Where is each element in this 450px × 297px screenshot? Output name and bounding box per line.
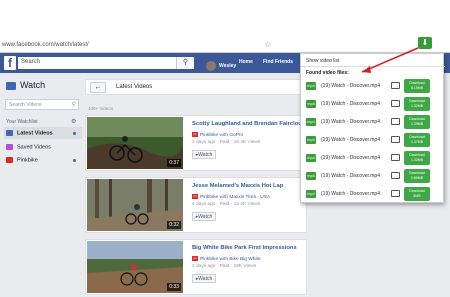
video-thumbnail[interactable]: 0:32 (87, 179, 183, 231)
video-title[interactable]: Scotty Laughland and Brendan Fairclough (192, 121, 309, 127)
file-name: (19) Watch - Discover.mp4 (321, 137, 380, 143)
video-file-row: mp4 (19) Watch - Discover.mp4 Download 8.… (305, 78, 441, 95)
bookmark-icon (6, 144, 13, 150)
cast-icon[interactable] (391, 100, 400, 107)
video-file-row: mp4 (19) Watch - Discover.mp4 Download 1.… (305, 132, 441, 149)
pinkbike-icon: pb (192, 256, 198, 261)
format-badge: mp4 (306, 190, 316, 198)
facebook-logo-icon[interactable]: f (4, 56, 16, 70)
video-stats: 4 days ago · Paid · 13.2K Views (192, 202, 261, 207)
video-count: 100+ Videos (88, 106, 114, 111)
url-field[interactable]: www.facebook.com/watch/latest/ (2, 42, 89, 48)
video-file-row: mp4 (19) Watch - Discover.mp4 Download 1.… (305, 150, 441, 167)
download-button[interactable]: Download 1.32MB (404, 151, 430, 165)
video-file-row: mp4 (19) Watch - Discover.mp4 Download 1.… (305, 114, 441, 131)
video-duration: 0:32 (167, 221, 181, 229)
sidebar-item-latest-videos[interactable]: Latest Videos (4, 127, 82, 139)
file-name: (19) Watch - Discover.mp4 (321, 83, 380, 89)
page-title: Latest Videos (116, 84, 153, 90)
video-file-row: mp4 (19) Watch - Discover.mp4 Download 8M… (305, 186, 441, 203)
cast-icon[interactable] (391, 172, 400, 179)
video-channel: pb Pinkbike with Bike Big White (192, 256, 261, 262)
file-name: (19) Watch - Discover.mp4 (321, 119, 380, 125)
video-file-row: mp4 (19) Watch - Discover.mp4 Download 1.… (305, 96, 441, 113)
profile-link[interactable]: Wesley (203, 57, 237, 71)
show-video-list-link[interactable]: Show video list (306, 58, 339, 64)
pinkbike-icon: pb (192, 194, 198, 199)
cast-icon[interactable] (391, 118, 400, 125)
video-card: 0:32 Jesse Melamed's Maxxis Hot Lap pb Pi… (85, 177, 307, 233)
user-name: Wesley (219, 62, 237, 69)
video-thumbnail[interactable]: 0:37 (87, 117, 183, 169)
format-badge: mp4 (306, 100, 316, 108)
search-button[interactable]: ⚲ (176, 57, 194, 69)
video-channel: pb Pinkbike with Maxxis Tires - USA (192, 194, 271, 200)
cast-icon[interactable] (391, 154, 400, 161)
download-button[interactable]: Download 0.86MB (404, 169, 430, 183)
video-card: 0:33 Big White Bike Park First Impressio… (85, 239, 307, 295)
video-duration: 0:33 (167, 283, 181, 291)
sidebar-item-pinkbike[interactable]: Pinkbike (4, 154, 82, 166)
format-badge: mp4 (306, 154, 316, 162)
file-name: (19) Watch - Discover.mp4 (321, 101, 380, 107)
cast-icon[interactable] (391, 136, 400, 143)
video-title[interactable]: Big White Bike Park First Impressions (192, 245, 297, 251)
video-stats: 2 days ago · Paid · 19K Views (192, 264, 257, 269)
watch-button[interactable]: ▸Watch (192, 150, 216, 159)
cast-icon[interactable] (391, 82, 400, 89)
video-duration: 0:37 (167, 159, 181, 167)
feed-header: ← Latest Videos (85, 79, 307, 95)
download-button[interactable]: Download 8MB (404, 187, 430, 201)
download-button[interactable]: Download 1.37MB (404, 133, 430, 147)
download-button[interactable]: Download 1.39MB (404, 115, 430, 129)
sidebar-title: Watch (6, 80, 45, 90)
latest-icon (6, 130, 13, 136)
video-title[interactable]: Jesse Melamed's Maxxis Hot Lap (192, 183, 283, 189)
browser-toolbar: www.facebook.com/watch/latest/ ☆ (0, 0, 450, 53)
nav-find-friends[interactable]: Find Friends (263, 59, 293, 65)
video-downloader-popup: Show video list Found video files: mp4 (… (300, 53, 445, 203)
watchlist-heading: Your Watchlist (6, 119, 38, 125)
download-arrow-icon[interactable]: ⬇ (418, 37, 432, 49)
sidebar-item-saved-videos[interactable]: Saved Videos (4, 141, 82, 153)
download-button[interactable]: Download 1.32MB (404, 97, 430, 111)
video-stats: 2 days ago · Paid · 18.4K Views (192, 140, 261, 145)
file-name: (19) Watch - Discover.mp4 (321, 173, 380, 179)
format-badge: mp4 (306, 118, 316, 126)
cast-icon[interactable] (391, 190, 400, 197)
video-thumbnail[interactable]: 0:33 (87, 241, 183, 293)
video-file-row: mp4 (19) Watch - Discover.mp4 Download 0.… (305, 168, 441, 185)
unread-dot (73, 132, 76, 135)
file-name: (19) Watch - Discover.mp4 (321, 191, 380, 197)
search-input[interactable]: Search (18, 57, 176, 69)
search-videos-input[interactable]: Search Videos ⚲ (5, 99, 79, 110)
format-badge: mp4 (306, 82, 316, 90)
watch-icon (6, 81, 16, 90)
file-name: (19) Watch - Discover.mp4 (321, 155, 380, 161)
gear-icon[interactable]: ⚙ (71, 118, 76, 125)
pinkbike-icon (6, 157, 13, 163)
bookmark-star-icon[interactable]: ☆ (264, 40, 271, 49)
unread-dot (73, 159, 76, 162)
video-card: 0:37 Scotty Laughland and Brendan Faircl… (85, 115, 309, 171)
back-button[interactable]: ← (90, 82, 106, 93)
pinkbike-icon: pb (192, 132, 198, 137)
avatar (206, 60, 216, 71)
watch-button[interactable]: ▸Watch (192, 212, 216, 221)
format-badge: mp4 (306, 136, 316, 144)
format-badge: mp4 (306, 172, 316, 180)
divider (301, 66, 445, 67)
watch-button[interactable]: ▸Watch (192, 274, 216, 283)
video-channel: pb Pinkbike with GoPro (192, 132, 244, 138)
nav-home[interactable]: Home (239, 59, 253, 65)
found-files-heading: Found video files: (306, 70, 349, 76)
download-button[interactable]: Download 8.15MB (404, 79, 430, 93)
search-icon: ⚲ (71, 102, 76, 108)
